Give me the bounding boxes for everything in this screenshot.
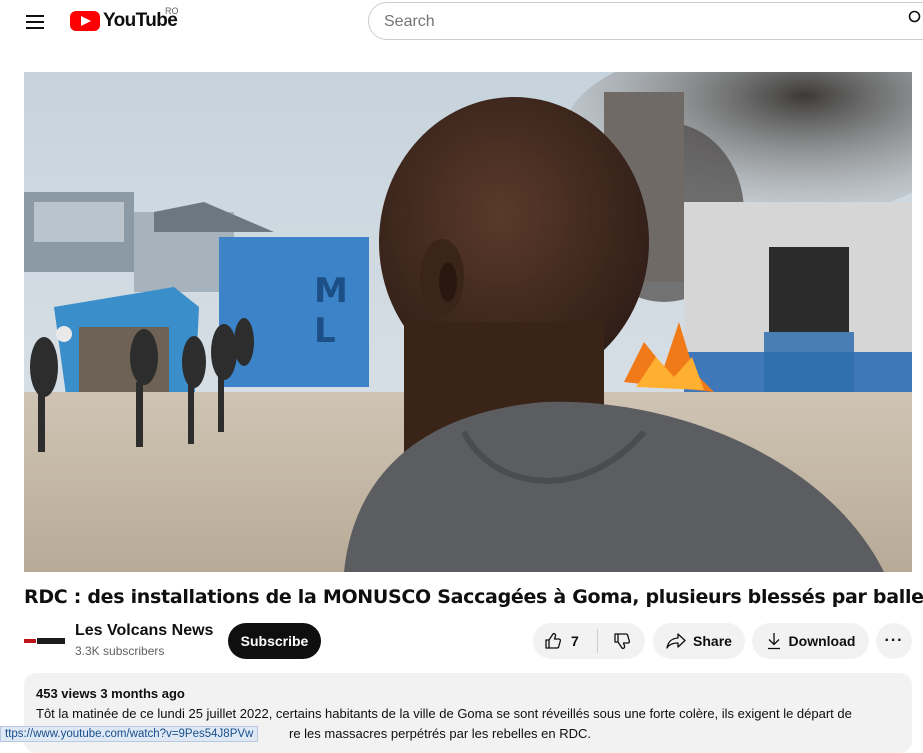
thumbs-up-icon — [545, 632, 562, 649]
status-bar-url: ttps://www.youtube.com/watch?v=9Pes54J8P… — [0, 726, 259, 742]
youtube-logo[interactable]: YouTube — [70, 8, 178, 34]
svg-text:L: L — [314, 311, 336, 351]
subscribe-button[interactable]: Subscribe — [228, 623, 321, 659]
more-actions-button[interactable]: ··· — [876, 623, 912, 659]
view-count-date: 453 views 3 months ago — [36, 686, 185, 701]
share-button[interactable]: Share — [653, 623, 745, 659]
search-box[interactable] — [368, 2, 923, 41]
top-bar: YouTube RO — [0, 0, 923, 44]
like-count: 7 — [571, 633, 579, 649]
download-label: Download — [788, 633, 856, 649]
svg-text:M: M — [314, 271, 348, 311]
dislike-button[interactable] — [598, 623, 645, 659]
video-player[interactable]: M L — [24, 72, 912, 572]
video-title: RDC : des installations de la MONUSCO Sa… — [24, 586, 923, 608]
share-label: Share — [693, 633, 732, 649]
download-button[interactable]: Download — [752, 623, 869, 659]
channel-name[interactable]: Les Volcans News — [75, 622, 213, 640]
description-text-line2: re les massacres perpétrés par les rebel… — [289, 726, 592, 741]
youtube-play-icon — [70, 11, 100, 31]
region-code: RO — [165, 6, 179, 16]
like-button[interactable]: 7 — [533, 623, 597, 659]
search-input[interactable] — [369, 3, 886, 41]
thumbs-down-icon — [613, 633, 630, 650]
video-frame: M L — [24, 72, 912, 572]
channel-avatar[interactable] — [24, 636, 66, 646]
hamburger-menu-icon[interactable] — [26, 12, 44, 30]
description-text: Tôt la matinée de ce lundi 25 juillet 20… — [36, 706, 852, 721]
download-icon — [767, 633, 780, 650]
share-arrow-icon — [666, 633, 686, 649]
subscriber-count: 3.3K subscribers — [75, 644, 165, 658]
like-dislike-group: 7 — [533, 623, 645, 659]
search-icon[interactable] — [908, 10, 923, 26]
